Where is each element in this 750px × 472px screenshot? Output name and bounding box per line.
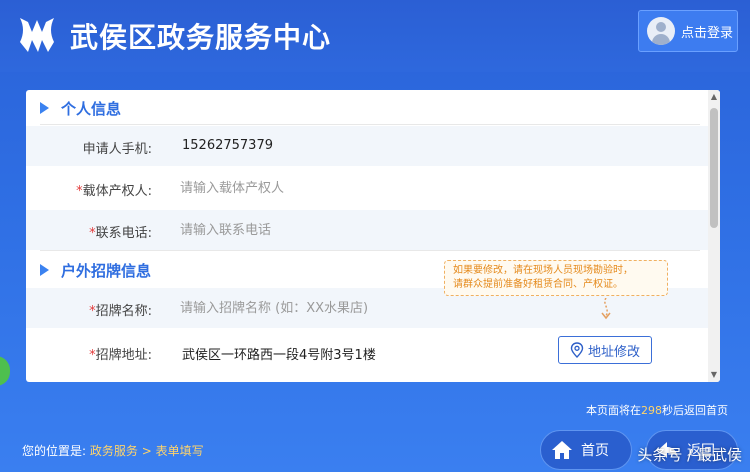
breadcrumb: 您的位置是: 政务服务 > 表单填写 [22, 442, 204, 459]
address-tip-bubble: 如果要修改，请在现场人员现场勘验时， 请群众提前准备好租赁合同、产权证。 [444, 260, 668, 296]
login-button[interactable]: 点击登录 [638, 10, 738, 52]
breadcrumb-item-service[interactable]: 政务服务 [90, 444, 138, 458]
section-personal-header: 个人信息 [40, 96, 121, 120]
section-sign-title: 户外招牌信息 [61, 261, 152, 280]
divider [40, 124, 700, 125]
breadcrumb-item-form[interactable]: 表单填写 [156, 444, 204, 458]
address-edit-label: 地址修改 [587, 344, 640, 360]
sign-name-label: *招牌名称: [89, 304, 152, 319]
breadcrumb-separator: > [141, 444, 152, 458]
avatar-icon [647, 17, 675, 45]
side-tab[interactable] [0, 356, 10, 386]
scrollbar[interactable]: ▲ ▼ [708, 90, 720, 382]
row-property-owner: *载体产权人: [26, 168, 708, 208]
row-applicant-phone: 申请人手机: 15262757379 [26, 126, 708, 166]
scroll-thumb[interactable] [710, 108, 718, 228]
divider [40, 250, 700, 251]
home-icon [552, 441, 572, 459]
scroll-down-icon[interactable]: ▼ [710, 370, 718, 380]
contact-phone-label: *联系电话: [89, 226, 152, 241]
login-label: 点击登录 [681, 25, 734, 41]
breadcrumb-label: 您的位置是: [22, 444, 87, 458]
tip-line-1: 如果要修改，请在现场人员现场勘验时， [453, 265, 633, 276]
location-pin-icon [570, 342, 584, 358]
address-edit-button[interactable]: 地址修改 [558, 336, 652, 364]
sign-name-input[interactable] [180, 296, 560, 320]
contact-phone-input[interactable] [180, 218, 560, 242]
section-personal-title: 个人信息 [61, 99, 122, 118]
property-owner-input[interactable] [180, 176, 560, 200]
section-sign-header: 户外招牌信息 [40, 258, 151, 282]
header: 武侯区政务服务中心 点击登录 [0, 0, 750, 72]
countdown-text: 本页面将在298秒后返回首页 [586, 404, 728, 417]
applicant-phone-label: 申请人手机: [82, 142, 152, 157]
countdown-seconds: 298 [641, 404, 662, 417]
watermark-text: 头条号 / 最武侯 [637, 446, 742, 464]
page-title: 武侯区政务服务中心 [70, 21, 332, 54]
sign-address-value: 武侯区一环路西一段4号附3号1楼 [182, 348, 376, 363]
tip-line-2: 请群众提前准备好租赁合同、产权证。 [453, 279, 623, 290]
sign-address-label: *招牌地址: [89, 348, 152, 363]
scroll-up-icon[interactable]: ▲ [710, 92, 718, 102]
section-arrow-icon [40, 264, 49, 276]
home-label: 首页 [581, 443, 609, 459]
home-button[interactable]: 首页 [540, 430, 632, 470]
property-owner-label: *载体产权人: [76, 184, 152, 199]
row-contact-phone: *联系电话: [26, 210, 708, 250]
form-panel: 个人信息 申请人手机: 15262757379 *载体产权人: *联系电话: 户… [26, 90, 720, 382]
logo-icon [20, 18, 54, 52]
applicant-phone-value: 15262757379 [182, 138, 273, 153]
tip-pointer-icon [601, 298, 611, 320]
section-arrow-icon [40, 102, 49, 114]
